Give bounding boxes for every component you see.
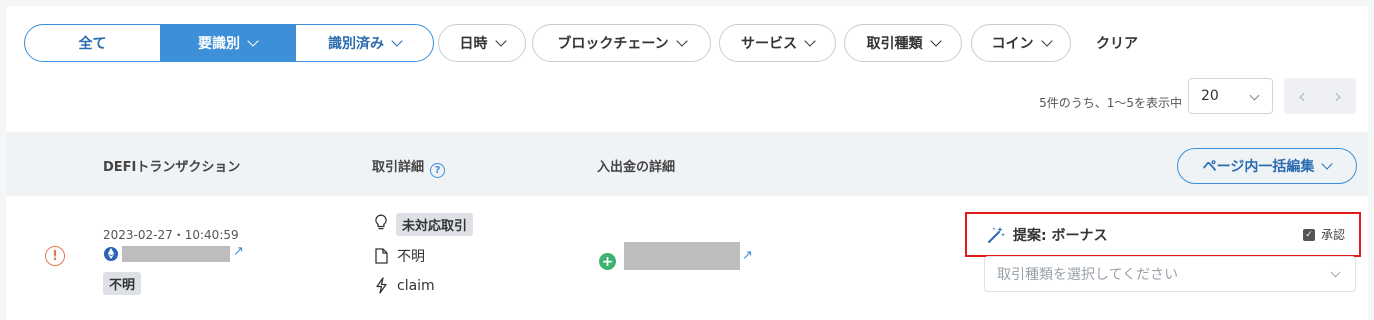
segment-all-label: 全て — [78, 36, 107, 52]
header-transaction: DEFIトランザクション — [103, 160, 241, 175]
filter-datetime[interactable]: 日時 — [438, 24, 526, 62]
filter-coin[interactable]: コイン — [971, 24, 1071, 62]
filter-transaction-type[interactable]: 取引種類 — [844, 24, 962, 62]
suggestion-label: 提案: ボーナス — [1013, 227, 1108, 244]
segment-identified[interactable]: 識別済み — [295, 25, 433, 61]
suggestion-box: 提案: ボーナス ✓ 承認 — [965, 212, 1361, 257]
pagination-nav: ‹ › — [1284, 78, 1356, 114]
redacted-tx-hash — [122, 246, 230, 262]
filter-coin-label: コイン — [991, 36, 1034, 52]
filter-datetime-label: 日時 — [459, 36, 488, 52]
segment-identified-label: 識別済み — [328, 36, 384, 52]
approve-label: 承認 — [1320, 228, 1345, 242]
transaction-type-select[interactable]: 取引種類を選択してください — [984, 256, 1356, 292]
transaction-type-placeholder: 取引種類を選択してください — [997, 267, 1179, 283]
clear-filters-button[interactable]: クリア — [1096, 24, 1138, 62]
bulk-edit-label: ページ内一括編集 — [1202, 159, 1315, 175]
lightbulb-icon — [372, 214, 390, 231]
checkbox-icon: ✓ — [1302, 228, 1315, 241]
magic-wand-icon — [987, 226, 1005, 244]
header-detail-label: 取引詳細 — [372, 160, 425, 175]
header-inout: 入出金の詳細 — [597, 160, 676, 175]
chevron-left-icon[interactable]: ‹ — [1284, 78, 1320, 114]
page-size-select[interactable]: 20 — [1188, 78, 1273, 114]
chevron-down-icon — [804, 34, 816, 47]
detail-action-row: claim — [372, 277, 435, 294]
approve-checkbox[interactable]: ✓ 承認 — [1302, 226, 1345, 243]
detail-unsupported-row — [372, 214, 397, 231]
ethereum-icon — [104, 247, 118, 261]
unsupported-tag: 未対応取引 — [396, 213, 474, 236]
chevron-down-icon — [929, 34, 942, 47]
chevron-down-icon — [247, 34, 259, 47]
incoming-plus-icon: + — [599, 253, 616, 270]
chevron-down-icon — [1040, 34, 1053, 47]
detail-type-text: 不明 — [397, 249, 425, 265]
bulk-edit-button[interactable]: ページ内一括編集 — [1177, 148, 1357, 184]
detail-action-text: claim — [397, 277, 435, 294]
filter-transaction-type-label: 取引種類 — [866, 36, 923, 52]
filter-service[interactable]: サービス — [719, 24, 836, 62]
segment-needs-identification-label: 要識別 — [198, 36, 240, 52]
chevron-down-icon — [1249, 90, 1260, 101]
chevron-down-icon — [675, 34, 688, 47]
chain-tag: 不明 — [103, 272, 142, 295]
chevron-down-icon — [391, 34, 403, 47]
filter-blockchain[interactable]: ブロックチェーン — [532, 24, 711, 62]
chevron-down-icon — [1330, 267, 1341, 278]
segment-needs-identification[interactable]: 要識別 — [160, 25, 295, 61]
warning-circle-icon: ! — [45, 246, 65, 266]
external-link-icon[interactable]: ↗ — [742, 248, 753, 263]
chevron-down-icon — [1321, 157, 1334, 170]
detail-type-row: 不明 — [372, 246, 425, 266]
page-size-value: 20 — [1201, 88, 1219, 104]
redacted-amount — [624, 242, 740, 270]
transactions-card: 全て 要識別 識別済み 日時 ブロックチェーン サービス 取引種類 コイン クリ… — [6, 6, 1368, 320]
chevron-down-icon — [494, 34, 507, 47]
lightning-icon — [372, 277, 390, 294]
table-header: DEFIトランザクション 取引詳細? 入出金の詳細 — [6, 132, 1368, 196]
identification-segment: 全て 要識別 識別済み — [24, 24, 434, 62]
filter-service-label: サービス — [741, 36, 797, 52]
pagination-summary: 5件のうち、1〜5を表示中 — [1039, 95, 1182, 110]
chevron-right-icon[interactable]: › — [1320, 78, 1356, 114]
external-link-icon[interactable]: ↗ — [233, 244, 244, 259]
segment-all[interactable]: 全て — [25, 25, 160, 61]
header-detail: 取引詳細? — [372, 156, 446, 178]
help-icon[interactable]: ? — [430, 163, 446, 178]
filter-blockchain-label: ブロックチェーン — [557, 36, 669, 52]
document-icon — [372, 248, 390, 264]
transaction-datetime: 2023-02-27・10:40:59 — [103, 228, 239, 242]
